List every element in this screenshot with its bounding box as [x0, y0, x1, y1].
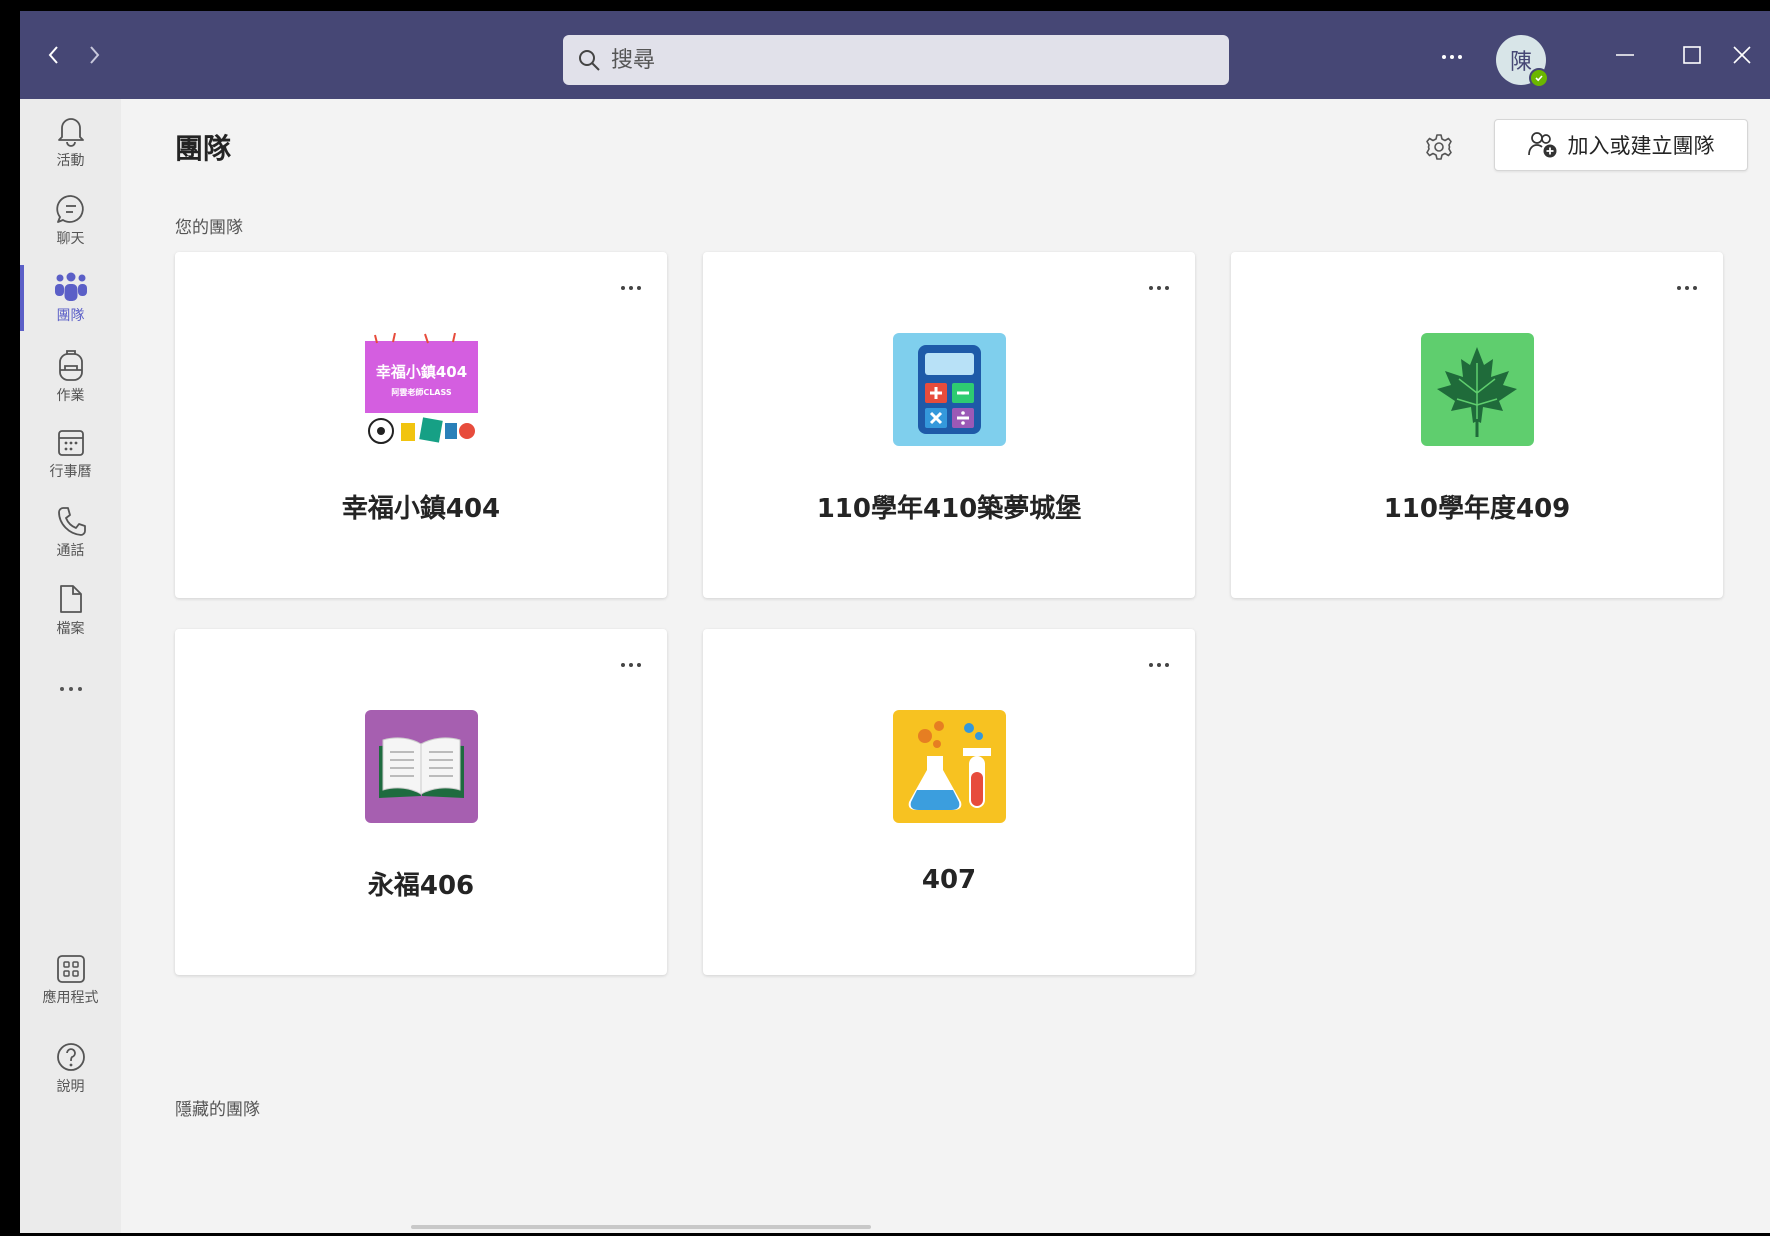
team-image: [1421, 333, 1534, 446]
chat-icon: [55, 194, 84, 223]
profile-avatar[interactable]: 陳: [1496, 35, 1549, 88]
team-card[interactable]: 110學年410築夢城堡: [703, 252, 1195, 598]
more-apps-button[interactable]: [20, 669, 121, 709]
team-more-options-button[interactable]: [1141, 276, 1177, 300]
maple-leaf-icon: [1421, 333, 1534, 446]
minimize-button[interactable]: [1600, 33, 1650, 77]
team-more-options-button[interactable]: [1669, 276, 1705, 300]
rail-item-label: 活動: [56, 152, 85, 169]
backpack-icon: [58, 349, 83, 381]
maximize-button[interactable]: [1667, 33, 1717, 77]
team-image: [893, 333, 1006, 446]
calculator-icon: [893, 333, 1006, 446]
presence-available-icon: [1529, 68, 1549, 88]
add-people-icon: [1527, 132, 1556, 158]
rail-item-label: 說明: [56, 1078, 85, 1095]
horizontal-scrollbar[interactable]: [411, 1225, 871, 1229]
team-more-options-button[interactable]: [1141, 653, 1177, 677]
forward-button[interactable]: [72, 33, 116, 77]
rail-item-label: 作業: [56, 387, 85, 404]
rail-item-apps[interactable]: 應用程式: [20, 941, 121, 1019]
rail-item-activity[interactable]: 活動: [20, 103, 121, 181]
apps-icon: [56, 954, 85, 983]
bell-icon: [57, 117, 84, 147]
banner-title: 幸福小鎮404: [376, 363, 467, 381]
calendar-icon: [57, 429, 84, 456]
app-bar: 活動 聊天 團隊 作業 行事曆 通話 檔案 應用程式 說明: [20, 99, 121, 1233]
team-name: 407: [921, 865, 977, 895]
join-or-create-team-button[interactable]: 加入或建立團隊: [1494, 119, 1748, 171]
join-button-label: 加入或建立團隊: [1567, 134, 1715, 158]
rail-item-teams[interactable]: 團隊: [20, 259, 121, 337]
hidden-teams-heading[interactable]: 隱藏的團隊: [175, 1095, 260, 1120]
page-title: 團隊: [175, 132, 232, 165]
back-button[interactable]: [32, 33, 76, 77]
class-banner-image: 幸福小鎮404 阿雲老師CLASS: [365, 333, 478, 446]
team-image: 幸福小鎮404 阿雲老師CLASS: [365, 333, 478, 446]
rail-item-chat[interactable]: 聊天: [20, 181, 121, 259]
search-icon: [579, 50, 600, 71]
teams-window: 陳 活動 聊天 團隊 作業: [20, 11, 1770, 1233]
team-card[interactable]: 永福406: [175, 629, 667, 975]
rail-item-calls[interactable]: 通話: [20, 493, 121, 571]
team-name: 永福406: [367, 871, 475, 901]
phone-icon: [57, 506, 86, 536]
team-name: 幸福小鎮404: [341, 494, 501, 524]
team-card[interactable]: 幸福小鎮404 阿雲老師CLASS 幸福小鎮404: [175, 252, 667, 598]
rail-item-label: 檔案: [56, 620, 85, 637]
team-more-options-button[interactable]: [613, 276, 649, 300]
team-image: [893, 710, 1006, 823]
title-bar: 陳: [20, 11, 1770, 99]
teams-icon: [54, 272, 87, 301]
settings-and-more-button[interactable]: [1430, 39, 1474, 75]
file-icon: [59, 584, 82, 613]
search-box[interactable]: [563, 35, 1229, 85]
rail-item-files[interactable]: 檔案: [20, 571, 121, 649]
rail-item-label: 行事曆: [49, 463, 92, 480]
rail-item-label: 聊天: [56, 230, 85, 247]
teams-main: 團隊 加入或建立團隊 您的團隊 幸福小鎮404 阿雲老師CLASS 幸福小鎮40…: [121, 99, 1770, 1233]
close-icon: [1733, 46, 1751, 64]
rail-item-calendar[interactable]: 行事曆: [20, 415, 121, 493]
team-card[interactable]: 407: [703, 629, 1195, 975]
team-name: 110學年度409: [1383, 494, 1571, 524]
open-book-icon: [365, 710, 478, 823]
gear-icon: [1426, 134, 1452, 160]
rail-item-help[interactable]: 說明: [20, 1029, 121, 1107]
minimize-icon: [1616, 54, 1634, 56]
avatar-initial: 陳: [1509, 50, 1532, 75]
help-icon: [56, 1042, 85, 1071]
chevron-left-icon: [48, 46, 58, 64]
close-button[interactable]: [1717, 33, 1767, 77]
team-more-options-button[interactable]: [613, 653, 649, 677]
team-image: [365, 710, 478, 823]
science-flask-icon: [893, 710, 1006, 823]
rail-item-label: 應用程式: [42, 989, 99, 1006]
rail-item-label: 通話: [56, 542, 85, 559]
rail-item-label: 團隊: [56, 307, 85, 324]
team-card[interactable]: 110學年度409: [1231, 252, 1723, 598]
banner-subtitle: 阿雲老師CLASS: [391, 387, 452, 397]
search-input[interactable]: [611, 47, 1171, 73]
chevron-right-icon: [90, 46, 100, 64]
maximize-icon: [1683, 46, 1701, 64]
manage-teams-settings-button[interactable]: [1417, 125, 1461, 169]
rail-item-assignments[interactable]: 作業: [20, 337, 121, 415]
team-name: 110學年410築夢城堡: [816, 494, 1082, 524]
your-teams-heading: 您的團隊: [175, 218, 243, 238]
